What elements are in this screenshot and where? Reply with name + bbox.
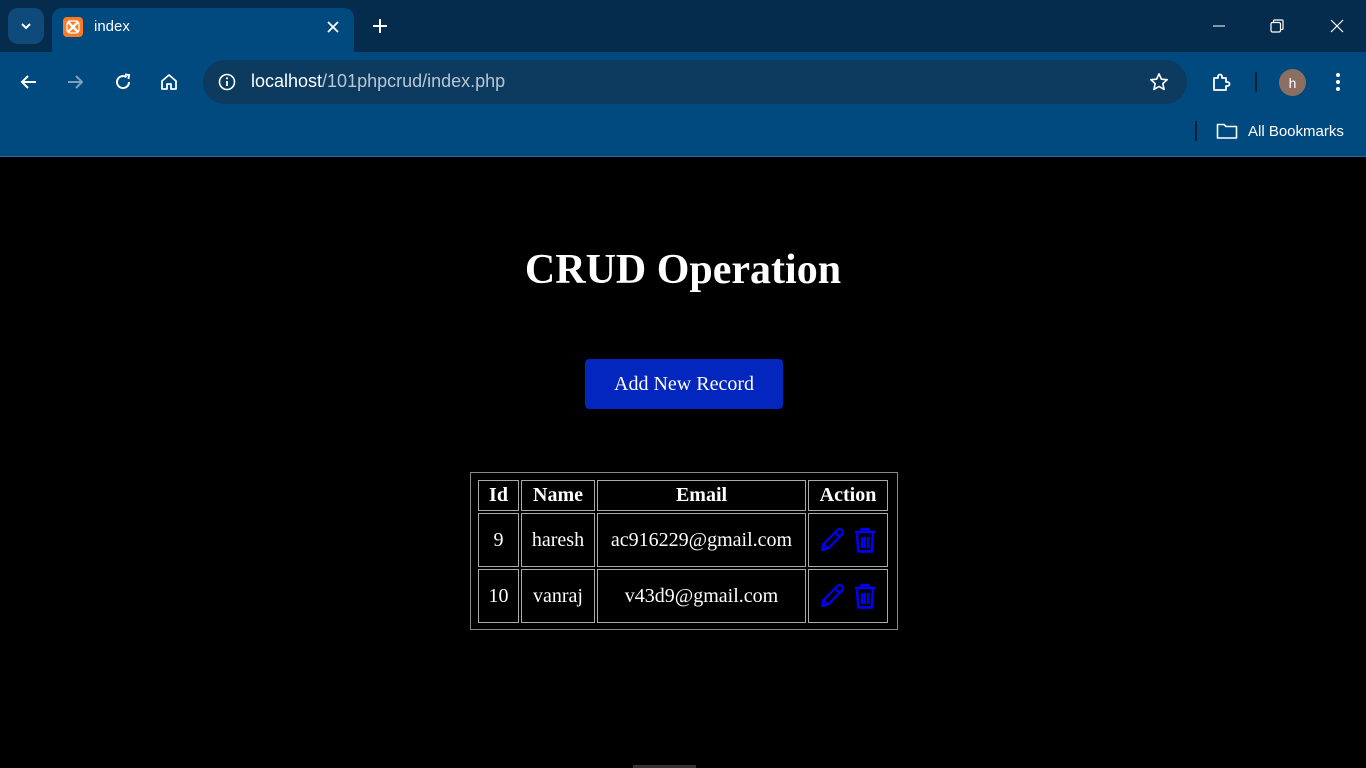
bookmark-star-button[interactable] xyxy=(1145,68,1173,96)
xampp-favicon-icon xyxy=(63,17,83,37)
trash-icon xyxy=(855,527,875,553)
records-table: Id Name Email Action 9 haresh ac916229@g… xyxy=(476,478,890,625)
restore-icon xyxy=(1270,19,1284,33)
restore-button[interactable] xyxy=(1248,0,1306,52)
extensions-icon xyxy=(1213,73,1231,91)
close-tab-button[interactable] xyxy=(322,16,344,38)
address-bar[interactable]: localhost/101phpcrud/index.php xyxy=(203,60,1187,104)
page-title: CRUD Operation xyxy=(524,247,842,293)
chevron-down-icon xyxy=(21,23,31,30)
table-row: 9 haresh ac916229@gmail.com xyxy=(478,513,888,567)
tab-strip: index xyxy=(0,0,1366,52)
cell-id: 9 xyxy=(478,513,519,567)
pencil-icon xyxy=(820,583,845,608)
cell-action xyxy=(808,513,888,567)
info-icon xyxy=(218,73,236,91)
reload-icon xyxy=(116,73,131,90)
back-arrow-icon xyxy=(20,75,36,89)
edit-button[interactable] xyxy=(818,526,846,554)
bookmarks-bar: All Bookmarks xyxy=(0,112,1366,157)
table-header-row: Id Name Email Action xyxy=(478,480,888,511)
records-table-frame: Id Name Email Action 9 haresh ac916229@g… xyxy=(470,472,898,630)
minimize-icon xyxy=(1213,25,1225,27)
cell-action xyxy=(808,569,888,623)
header-email: Email xyxy=(597,480,806,511)
close-window-button[interactable] xyxy=(1308,0,1366,52)
home-icon xyxy=(161,74,177,90)
star-icon xyxy=(1150,73,1168,91)
minimize-button[interactable] xyxy=(1190,0,1248,52)
cell-email: v43d9@gmail.com xyxy=(597,569,806,623)
reload-button[interactable] xyxy=(105,64,141,100)
page-content: CRUD Operation Add New Record Id Name Em… xyxy=(0,158,1366,768)
tab-search-button[interactable] xyxy=(8,8,44,44)
url-path: /101phpcrud/index.php xyxy=(322,71,506,91)
forward-button[interactable] xyxy=(57,64,93,100)
toolbar-separator xyxy=(1255,72,1257,92)
forward-arrow-icon xyxy=(68,75,84,89)
menu-button[interactable] xyxy=(1320,64,1356,100)
cell-name: vanraj xyxy=(521,569,595,623)
edit-button[interactable] xyxy=(818,582,846,610)
plus-icon xyxy=(373,19,387,33)
all-bookmarks-button[interactable]: All Bookmarks xyxy=(1216,118,1344,144)
add-new-record-button[interactable]: Add New Record xyxy=(585,359,783,409)
all-bookmarks-label: All Bookmarks xyxy=(1248,122,1344,140)
url-text[interactable]: localhost/101phpcrud/index.php xyxy=(251,71,505,92)
trash-icon xyxy=(855,583,875,609)
close-icon xyxy=(1330,19,1344,33)
delete-button[interactable] xyxy=(852,582,878,610)
browser-toolbar: localhost/101phpcrud/index.php h xyxy=(0,52,1366,112)
pencil-icon xyxy=(820,527,845,552)
folder-icon xyxy=(1216,123,1238,139)
home-button[interactable] xyxy=(151,64,187,100)
back-button[interactable] xyxy=(11,64,47,100)
new-tab-button[interactable] xyxy=(366,12,394,40)
table-row: 10 vanraj v43d9@gmail.com xyxy=(478,569,888,623)
site-info-button[interactable] xyxy=(211,66,243,98)
extensions-button[interactable] xyxy=(1203,64,1239,100)
delete-button[interactable] xyxy=(852,526,878,554)
header-action: Action xyxy=(808,480,888,511)
tab-title: index xyxy=(94,18,130,35)
close-icon xyxy=(327,21,339,33)
bookmarks-separator xyxy=(1195,121,1197,141)
cell-id: 10 xyxy=(478,569,519,623)
kebab-menu-icon xyxy=(1336,73,1340,91)
cell-name: haresh xyxy=(521,513,595,567)
header-id: Id xyxy=(478,480,519,511)
browser-tab[interactable]: index xyxy=(52,8,354,52)
header-name: Name xyxy=(521,480,595,511)
url-host: localhost xyxy=(251,71,323,91)
cell-email: ac916229@gmail.com xyxy=(597,513,806,567)
profile-avatar[interactable]: h xyxy=(1279,69,1306,96)
